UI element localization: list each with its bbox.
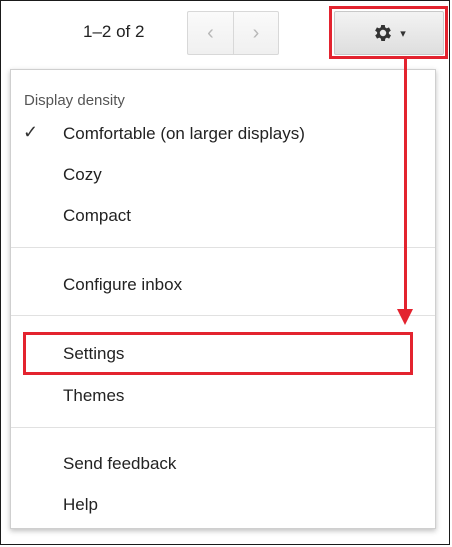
annotation-arrow-line [404,57,407,312]
menu-item-label: Send feedback [63,454,177,473]
menu-item-label: Themes [63,386,125,405]
settings-highlight-box [23,332,413,375]
gear-highlight-box [329,6,448,59]
menu-divider [11,247,435,248]
annotation-arrow-head [397,309,413,325]
menu-item-label: Cozy [63,165,102,184]
check-icon: ✓ [23,122,39,142]
display-density-header: Display density [24,92,125,109]
settings-dropdown-menu: Display density ✓ Comfortable (on larger… [10,69,436,529]
pagination-label: 1–2 of 2 [83,22,145,41]
menu-item-label: Configure inbox [63,275,183,294]
older-button[interactable]: ‹ [187,11,233,55]
chevron-right-icon: › [252,21,260,44]
menu-divider [11,427,435,428]
menu-item-label: Compact [63,206,132,225]
newer-button[interactable]: › [233,11,279,55]
menu-item-label: Comfortable (on larger displays) [63,124,305,143]
chevron-left-icon: ‹ [207,21,214,44]
menu-divider [11,315,435,316]
menu-item-label: Help [63,495,98,514]
